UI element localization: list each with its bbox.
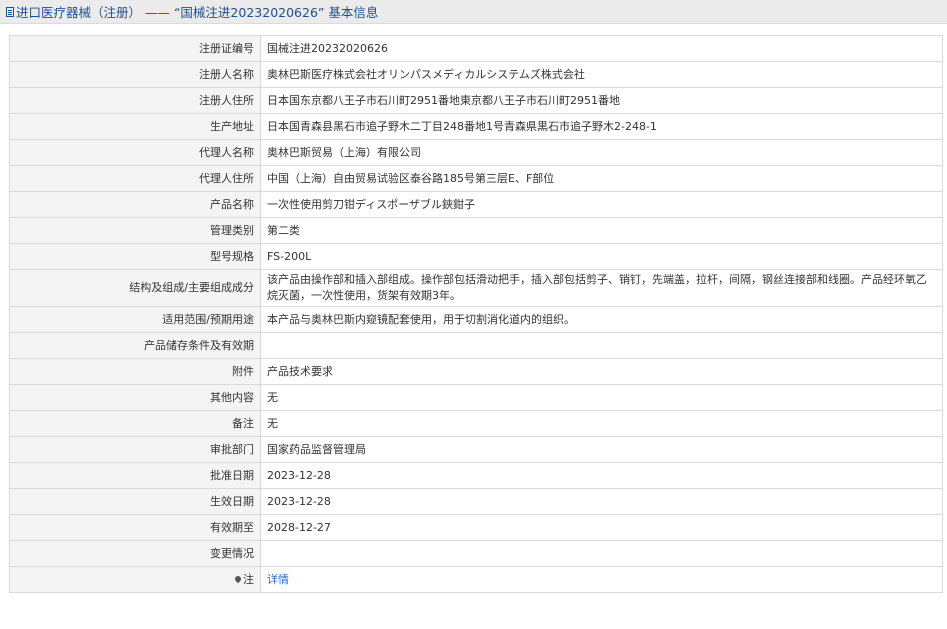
note-label-cell: 注 [9,566,261,593]
field-value: 2023-12-28 [260,488,943,515]
field-label: 变更情况 [9,540,261,567]
field-label: 生产地址 [9,113,261,140]
field-label: 其他内容 [9,384,261,411]
pin-icon [233,574,243,583]
field-value: 该产品由操作部和插入部组成。操作部包括滑动把手，插入部包括剪子、销钉，先端盖，拉… [260,269,943,307]
field-value: 一次性使用剪刀钳ディスポーザブル鋏鉗子 [260,191,943,218]
field-value [260,540,943,567]
table-row: 批准日期 2023-12-28 [9,462,943,489]
field-label: 结构及组成/主要组成成分 [9,269,261,307]
table-row: 代理人住所 中国（上海）自由贸易试验区泰谷路185号第三层E、F部位 [9,165,943,192]
table-row: 审批部门 国家药品监督管理局 [9,436,943,463]
table-row: 注册人住所 日本国东京都八王子市石川町2951番地東京都八王子市石川町2951番… [9,87,943,114]
field-label: 管理类别 [9,217,261,244]
field-label: 注册证编号 [9,35,261,62]
table-row: 产品储存条件及有效期 [9,332,943,359]
table-row: 注册人名称 奥林巴斯医疗株式会社オリンパスメディカルシステムズ株式会社 [9,61,943,88]
note-value-cell: 详情 [260,566,943,593]
field-value: 奥林巴斯医疗株式会社オリンパスメディカルシステムズ株式会社 [260,61,943,88]
table-row: 管理类别 第二类 [9,217,943,244]
field-value: 国家药品监督管理局 [260,436,943,463]
field-label: 注册人住所 [9,87,261,114]
field-label: 有效期至 [9,514,261,541]
field-label: 型号规格 [9,243,261,270]
field-label: 适用范围/预期用途 [9,306,261,333]
page-header: 进口医疗器械（注册） —— “国械注进20232020626” 基本信息 [0,0,947,24]
table-row: 注 详情 [9,566,943,593]
field-value: 2023-12-28 [260,462,943,489]
field-value: 日本国青森县黑石市追子野木二丁目248番地1号青森県黒石市追子野木2-248-1 [260,113,943,140]
table-row: 型号规格 FS-200L [9,243,943,270]
field-value: 2028-12-27 [260,514,943,541]
table-row: 备注 无 [9,410,943,437]
table-row: 有效期至 2028-12-27 [9,514,943,541]
field-value: 产品技术要求 [260,358,943,385]
table-row: 变更情况 [9,540,943,567]
table-row: 其他内容 无 [9,384,943,411]
info-table: 注册证编号 国械注进20232020626 注册人名称 奥林巴斯医疗株式会社オリ… [9,35,943,593]
field-label: 代理人名称 [9,139,261,166]
field-label: 产品名称 [9,191,261,218]
table-row: 产品名称 一次性使用剪刀钳ディスポーザブル鋏鉗子 [9,191,943,218]
field-label: 注册人名称 [9,61,261,88]
field-value: 无 [260,410,943,437]
table-row: 生产地址 日本国青森县黑石市追子野木二丁目248番地1号青森県黒石市追子野木2-… [9,113,943,140]
field-value [260,332,943,359]
field-value: 本产品与奥林巴斯内窥镜配套使用，用于切割消化道内的组织。 [260,306,943,333]
table-row: 注册证编号 国械注进20232020626 [9,35,943,62]
field-label: 产品储存条件及有效期 [9,332,261,359]
details-link[interactable]: 详情 [267,573,289,586]
table-row: 附件 产品技术要求 [9,358,943,385]
field-value: FS-200L [260,243,943,270]
field-value: 国械注进20232020626 [260,35,943,62]
table-row: 适用范围/预期用途 本产品与奥林巴斯内窥镜配套使用，用于切割消化道内的组织。 [9,306,943,333]
field-value: 奥林巴斯贸易（上海）有限公司 [260,139,943,166]
field-label: 批准日期 [9,462,261,489]
table-row: 结构及组成/主要组成成分 该产品由操作部和插入部组成。操作部包括滑动把手，插入部… [9,269,943,307]
field-value: 日本国东京都八王子市石川町2951番地東京都八王子市石川町2951番地 [260,87,943,114]
document-icon [6,6,14,17]
field-label: 备注 [9,410,261,437]
note-label: 注 [243,572,254,586]
page-title: 进口医疗器械（注册） —— “国械注进20232020626” 基本信息 [16,5,379,20]
table-row: 代理人名称 奥林巴斯贸易（上海）有限公司 [9,139,943,166]
table-row: 生效日期 2023-12-28 [9,488,943,515]
field-label: 生效日期 [9,488,261,515]
field-label: 附件 [9,358,261,385]
field-value: 中国（上海）自由贸易试验区泰谷路185号第三层E、F部位 [260,165,943,192]
field-label: 审批部门 [9,436,261,463]
field-value: 无 [260,384,943,411]
field-label: 代理人住所 [9,165,261,192]
field-value: 第二类 [260,217,943,244]
